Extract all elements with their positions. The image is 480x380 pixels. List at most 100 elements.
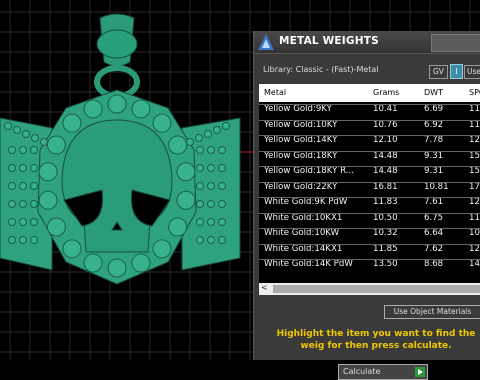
bead [107, 258, 127, 278]
metal-cell: Yellow Gold:10KY [264, 119, 338, 130]
bead [196, 200, 204, 208]
bead [196, 236, 204, 244]
bead [19, 236, 27, 244]
bead [218, 146, 226, 154]
bead [19, 164, 27, 172]
gv-label: GV [429, 65, 448, 79]
column-header-dwt[interactable]: DWT [424, 88, 443, 97]
bead [19, 146, 27, 154]
bead [83, 99, 103, 119]
spg-cell: 15. [469, 166, 480, 176]
bead [62, 239, 82, 259]
column-header-spg[interactable]: SPG [469, 88, 480, 97]
bead [207, 146, 215, 154]
table-row[interactable]: Yellow Gold:18KY 14.48 9.31 15. [259, 149, 480, 163]
bead [19, 218, 27, 226]
dwt-cell: 10.81 [424, 181, 449, 192]
bead [19, 182, 27, 190]
spg-cell: 15. [469, 150, 480, 161]
bead [30, 218, 38, 226]
titlebar-button[interactable] [431, 34, 480, 52]
row-divider [259, 228, 480, 229]
bead [131, 253, 151, 273]
rhino-logo-icon [258, 34, 274, 50]
play-icon[interactable] [415, 367, 425, 377]
bead [8, 164, 16, 172]
table-row[interactable]: White Gold:10KW 10.32 6.64 10. [259, 226, 480, 240]
instruction-text: Highlight the item you want to find the … [276, 329, 476, 351]
use-button[interactable]: Use [464, 65, 480, 79]
bead [30, 182, 38, 190]
table-row[interactable]: Yellow Gold:10KY 10.76 6.92 11. [259, 118, 480, 132]
row-divider [259, 259, 480, 260]
bead [196, 164, 204, 172]
bead [218, 236, 226, 244]
bead [207, 218, 215, 226]
bead [8, 218, 16, 226]
metal-cell: White Gold:10KW [264, 228, 340, 238]
table-row[interactable]: White Gold:14KX1 11.85 7.62 12. [259, 242, 480, 256]
bead [4, 122, 12, 130]
bead [19, 200, 27, 208]
row-divider [259, 197, 480, 198]
dwt-cell: 9.31 [424, 150, 444, 161]
table-row[interactable]: White Gold:14K PdW 13.50 8.68 14. [259, 257, 480, 271]
bead [218, 218, 226, 226]
bead [207, 164, 215, 172]
table-row[interactable]: Yellow Gold:9KY 10.41 6.69 11. [259, 102, 480, 116]
column-header-metal[interactable]: Metal [264, 88, 286, 97]
grams-cell: 14.48 [373, 166, 398, 176]
bead [168, 217, 188, 237]
table-header: Metal Grams DWT SPG [259, 84, 480, 102]
dwt-cell: 6.92 [424, 119, 444, 130]
spg-cell: 11. [469, 212, 480, 223]
calculate-dropdown[interactable]: Calculate [338, 364, 428, 380]
bead [46, 217, 66, 237]
bead [196, 182, 204, 190]
spg-cell: 17. [469, 181, 480, 192]
table-row[interactable]: White Gold:10KX1 10.50 6.75 11. [259, 211, 480, 225]
scrollbar-thumb[interactable] [273, 285, 480, 293]
horizontal-scrollbar[interactable]: < [259, 283, 480, 295]
grams-cell: 11.83 [373, 197, 398, 207]
table-row[interactable]: Yellow Gold:22KY 16.81 10.81 17. [259, 180, 480, 194]
metal-cell: Yellow Gold:18KY R... [264, 166, 354, 176]
bead [186, 138, 194, 146]
metal-cell: Yellow Gold:14KY [264, 135, 338, 145]
bead [30, 164, 38, 172]
metal-cell: Yellow Gold:22KY [264, 181, 338, 192]
metal-cell: White Gold:9K PdW [264, 197, 348, 207]
column-header-grams[interactable]: Grams [373, 88, 399, 97]
bead [38, 190, 58, 210]
bead [31, 134, 39, 142]
table-row[interactable]: Yellow Gold:18KY R... 14.48 9.31 15. [259, 164, 480, 178]
bead [218, 164, 226, 172]
grams-cell: 12.10 [373, 135, 398, 145]
metal-table: Metal Grams DWT SPG Yellow Gold:9KY 10.41… [259, 84, 480, 284]
bead [222, 122, 230, 130]
bead [152, 113, 172, 133]
table-row[interactable]: Yellow Gold:14KY 12.10 7.78 12. [259, 133, 480, 147]
dwt-cell: 7.78 [424, 135, 444, 145]
gv-toggle[interactable]: I [450, 64, 463, 79]
spg-cell: 14. [469, 259, 480, 269]
grams-cell: 14.48 [373, 150, 398, 161]
bead [8, 236, 16, 244]
calculate-label: Calculate [343, 367, 381, 376]
scroll-left-icon[interactable]: < [261, 283, 268, 292]
grams-cell: 13.50 [373, 259, 398, 269]
spg-cell: 11. [469, 119, 480, 130]
row-divider [259, 212, 480, 214]
bead [176, 190, 196, 210]
bead [195, 134, 203, 142]
bead [62, 113, 82, 133]
row-divider [259, 119, 480, 121]
dwt-cell: 8.68 [424, 259, 444, 269]
table-row[interactable]: White Gold:9K PdW 11.83 7.61 12. [259, 195, 480, 209]
metal-weights-panel: METAL WEIGHTS Library: Classic - (Fast)-… [253, 31, 480, 380]
use-object-materials-button[interactable]: Use Object Materials [384, 305, 480, 319]
bead [218, 200, 226, 208]
grams-cell: 10.41 [373, 104, 398, 114]
metal-cell: White Gold:14K PdW [264, 259, 353, 269]
panel-titlebar[interactable]: METAL WEIGHTS [254, 31, 480, 54]
